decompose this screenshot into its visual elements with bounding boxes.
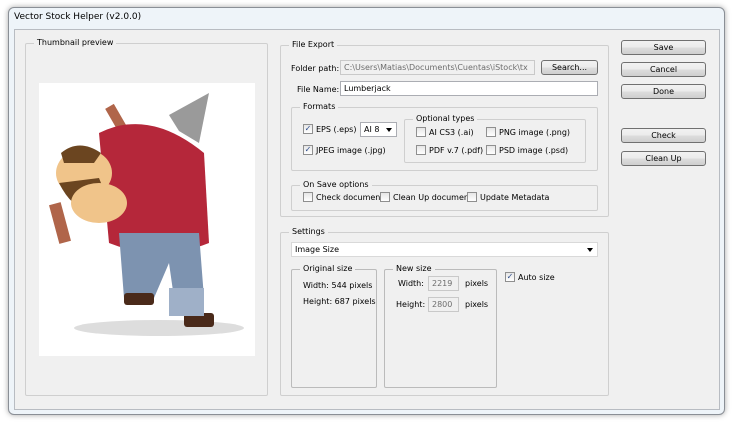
file-name-label: File Name: <box>297 85 340 94</box>
optional-types-legend: Optional types <box>413 114 478 123</box>
settings-mode-value: Image Size <box>295 245 340 254</box>
checkbox-box <box>486 145 496 155</box>
ai-cs3-label: AI CS3 (.ai) <box>429 127 474 137</box>
search-button[interactable]: Search... <box>541 60 598 75</box>
new-width-label: Width: <box>398 279 424 288</box>
thumbnail-legend: Thumbnail preview <box>34 38 117 47</box>
pdf-label: PDF v.7 (.pdf) <box>429 145 484 155</box>
pdf-checkbox[interactable]: PDF v.7 (.pdf) <box>416 145 483 155</box>
checkbox-box <box>486 127 496 137</box>
original-size-legend: Original size <box>300 264 356 273</box>
file-name-input[interactable]: Lumberjack <box>340 81 598 96</box>
png-label: PNG image (.png) <box>499 127 571 137</box>
optional-types-group: Optional types <box>404 114 586 163</box>
psd-checkbox[interactable]: PSD image (.psd) <box>486 145 568 155</box>
eps-checkbox[interactable]: ✓ EPS (.eps) <box>303 124 356 134</box>
checkbox-box <box>303 192 313 202</box>
done-button[interactable]: Done <box>621 84 706 99</box>
folder-path-input[interactable]: C:\Users\Matias\Documents\Cuentas\iStock… <box>340 60 535 75</box>
new-size-legend: New size <box>393 264 435 273</box>
cancel-button[interactable]: Cancel <box>621 62 706 77</box>
check-document-checkbox[interactable]: Check document <box>303 192 384 202</box>
ai-cs3-checkbox[interactable]: AI CS3 (.ai) <box>416 127 474 137</box>
png-checkbox[interactable]: PNG image (.png) <box>486 127 570 137</box>
new-height-input[interactable]: 2800 <box>428 297 459 312</box>
new-width-unit: pixels <box>465 279 489 288</box>
folder-path-label: Folder path: <box>291 64 340 73</box>
save-button[interactable]: Save <box>621 40 706 55</box>
new-width-input[interactable]: 2219 <box>428 276 459 291</box>
settings-mode-select[interactable]: Image Size <box>291 242 598 257</box>
checkbox-box <box>380 192 390 202</box>
thumbnail-image <box>39 83 255 356</box>
dropdown-arrow-icon <box>587 248 593 252</box>
checkbox-box: ✓ <box>505 272 515 282</box>
formats-legend: Formats <box>300 102 339 111</box>
checkbox-box <box>416 145 426 155</box>
jpeg-checkbox[interactable]: ✓ JPEG image (.jpg) <box>303 145 386 155</box>
eps-version-value: AI 8 <box>364 125 380 134</box>
checkbox-box: ✓ <box>303 124 313 134</box>
new-height-label: Height: <box>396 300 426 309</box>
on-save-legend: On Save options <box>300 180 372 189</box>
original-height: Height: 687 pixels <box>303 297 376 306</box>
original-width: Width: 544 pixels <box>303 281 373 290</box>
lumberjack-illustration <box>49 93 244 336</box>
clean-up-button[interactable]: Clean Up <box>621 151 706 166</box>
auto-size-checkbox[interactable]: ✓ Auto size <box>505 272 555 282</box>
eps-label: EPS (.eps) <box>316 124 357 134</box>
checkbox-box: ✓ <box>303 145 313 155</box>
psd-label: PSD image (.psd) <box>499 145 569 155</box>
eps-version-select[interactable]: AI 8 <box>360 122 397 137</box>
clean-up-document-label: Clean Up document <box>393 192 473 202</box>
window-title: Vector Stock Helper (v2.0.0) <box>14 12 142 22</box>
clean-up-document-checkbox[interactable]: Clean Up document <box>380 192 472 202</box>
file-export-legend: File Export <box>289 40 338 49</box>
jpeg-label: JPEG image (.jpg) <box>316 145 386 155</box>
dropdown-arrow-icon <box>386 128 392 132</box>
update-metadata-checkbox[interactable]: Update Metadata <box>467 192 549 202</box>
settings-legend: Settings <box>289 227 328 236</box>
auto-size-label: Auto size <box>518 272 555 282</box>
update-metadata-label: Update Metadata <box>480 192 550 202</box>
checkbox-box <box>467 192 477 202</box>
new-height-unit: pixels <box>465 300 489 309</box>
check-button[interactable]: Check <box>621 128 706 143</box>
checkbox-box <box>416 127 426 137</box>
check-document-label: Check document <box>316 192 384 202</box>
